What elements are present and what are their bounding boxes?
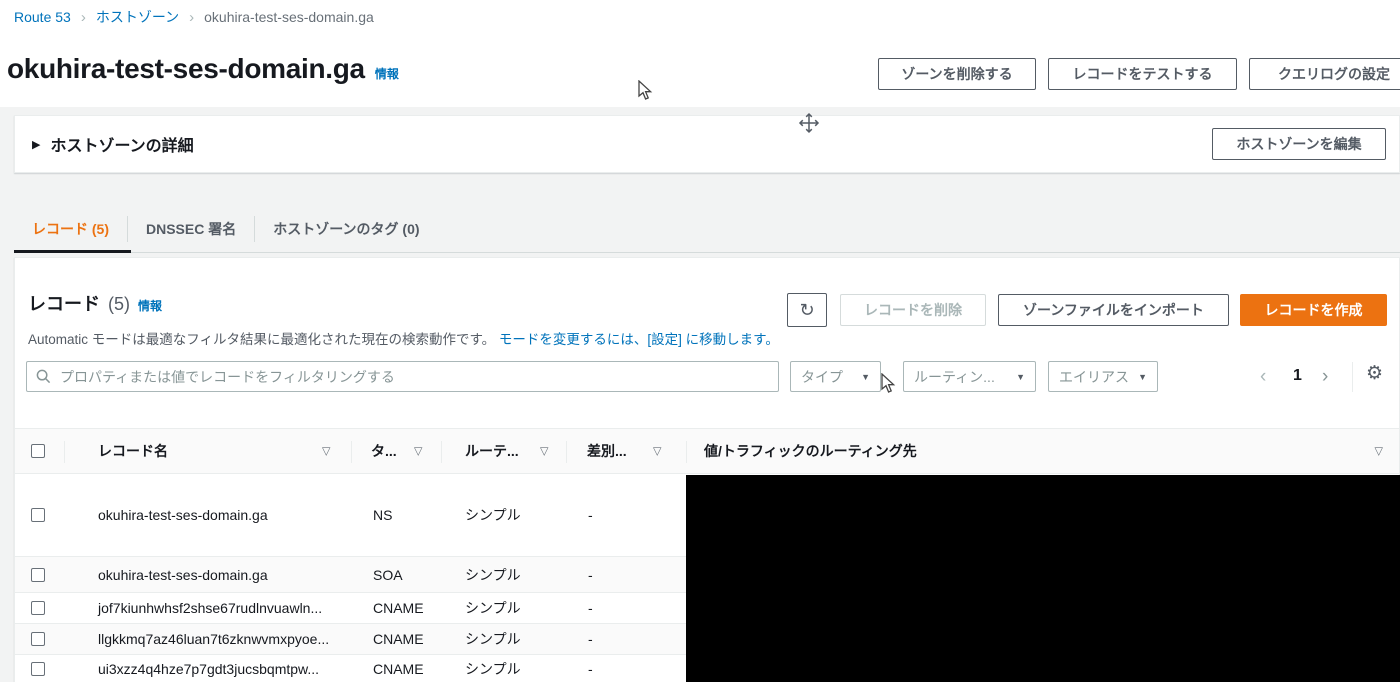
- pagination-current-page[interactable]: 1: [1293, 367, 1302, 385]
- edit-hosted-zone-button[interactable]: ホストゾーンを編集: [1212, 128, 1386, 160]
- record-differentiator: -: [588, 600, 593, 616]
- row-checkbox[interactable]: [31, 601, 45, 615]
- row-checkbox[interactable]: [31, 508, 45, 522]
- record-routing: シンプル: [465, 629, 521, 649]
- column-divider: [351, 441, 352, 463]
- sort-icon[interactable]: ▽: [1375, 445, 1383, 458]
- routing-filter-dropdown[interactable]: ルーティン... ▼: [903, 361, 1036, 392]
- refresh-icon: ↻: [799, 300, 814, 321]
- records-table-header: レコード名 ▽ タ... ▽ ルーテ... ▽ 差別... ▽ 値/トラフィック…: [15, 428, 1399, 474]
- routing-filter-label: ルーティン...: [914, 367, 995, 387]
- chevron-down-icon: ▼: [861, 372, 870, 382]
- records-description-text: Automatic モードは最適なフィルタ結果に最適化された現在の検索動作です。: [28, 332, 495, 347]
- mouse-pointer-icon: [637, 80, 653, 102]
- pagination-prev-button[interactable]: ‹: [1260, 366, 1266, 388]
- record-differentiator: -: [588, 567, 593, 583]
- record-routing: シンプル: [465, 565, 521, 585]
- tab-records[interactable]: レコード (5): [14, 205, 127, 253]
- column-divider: [441, 441, 442, 463]
- record-type: CNAME: [373, 661, 424, 677]
- records-header: レコード (5) 情報: [28, 290, 162, 316]
- column-header-routing: ルーテ...: [465, 441, 519, 461]
- expand-caret-icon: ▶: [32, 138, 40, 151]
- breadcrumb-hosted-zones[interactable]: ホストゾーン: [96, 7, 179, 27]
- record-type: CNAME: [373, 600, 424, 616]
- records-title: レコード: [28, 290, 100, 316]
- breadcrumb-route53[interactable]: Route 53: [14, 9, 71, 25]
- record-name: okuhira-test-ses-domain.ga: [98, 567, 268, 583]
- preferences-gear-icon[interactable]: ⚙: [1366, 362, 1383, 385]
- column-header-type: タ...: [371, 441, 397, 461]
- route53-hosted-zone-page: Route 53 › ホストゾーン › okuhira-test-ses-dom…: [0, 0, 1400, 682]
- column-header-differentiator: 差別...: [587, 441, 627, 461]
- toolbar-divider: [1352, 362, 1353, 392]
- record-type: CNAME: [373, 631, 424, 647]
- records-count: (5): [108, 294, 130, 315]
- refresh-button[interactable]: ↻: [787, 293, 827, 327]
- record-routing: シンプル: [465, 659, 521, 679]
- search-icon: [36, 369, 51, 384]
- hosted-zone-details-title: ホストゾーンの詳細: [50, 132, 193, 156]
- record-differentiator: -: [588, 507, 593, 523]
- tab-bar: レコード (5) DNSSEC 署名 ホストゾーンのタグ (0): [14, 205, 438, 253]
- hosted-zone-details-toggle[interactable]: ▶ ホストゾーンの詳細: [32, 132, 194, 156]
- row-checkbox[interactable]: [31, 632, 45, 646]
- type-filter-dropdown[interactable]: タイプ ▼: [790, 361, 881, 392]
- record-routing: シンプル: [465, 598, 521, 618]
- active-tab-indicator: [14, 250, 131, 253]
- column-header-record-name: レコード名: [98, 441, 168, 461]
- import-zone-file-button[interactable]: ゾーンファイルをインポート: [998, 294, 1229, 326]
- mouse-pointer-icon: [880, 373, 896, 395]
- chevron-down-icon: ▼: [1016, 372, 1025, 382]
- row-checkbox[interactable]: [31, 568, 45, 582]
- breadcrumb: Route 53 › ホストゾーン › okuhira-test-ses-dom…: [14, 7, 374, 27]
- column-header-value: 値/トラフィックのルーティング先: [704, 441, 917, 461]
- hosted-zone-details-panel: ▶ ホストゾーンの詳細 ホストゾーンを編集: [14, 115, 1400, 173]
- record-type: SOA: [373, 567, 403, 583]
- sort-icon[interactable]: ▽: [322, 445, 330, 458]
- column-divider: [686, 441, 687, 463]
- title-info-link[interactable]: 情報: [375, 65, 399, 82]
- pagination-next-button[interactable]: ›: [1322, 366, 1328, 388]
- query-log-settings-button[interactable]: クエリログの設定: [1249, 58, 1400, 90]
- move-cursor-icon: [798, 112, 820, 134]
- alias-filter-dropdown[interactable]: エイリアス ▼: [1048, 361, 1158, 392]
- record-routing: シンプル: [465, 505, 521, 525]
- record-differentiator: -: [588, 631, 593, 647]
- page-header: okuhira-test-ses-domain.ga 情報: [7, 53, 399, 85]
- test-records-button[interactable]: レコードをテストする: [1048, 58, 1237, 90]
- alias-filter-label: エイリアス: [1059, 367, 1129, 387]
- type-filter-label: タイプ: [801, 367, 843, 387]
- sort-icon[interactable]: ▽: [653, 445, 661, 458]
- delete-zone-button[interactable]: ゾーンを削除する: [878, 58, 1036, 90]
- record-name: jof7kiunhwhsf2shse67rudlnvuawln...: [98, 600, 322, 616]
- record-type: NS: [373, 507, 392, 523]
- page-title: okuhira-test-ses-domain.ga: [7, 53, 365, 85]
- delete-record-button[interactable]: レコードを削除: [840, 294, 986, 326]
- create-record-button[interactable]: レコードを作成: [1240, 294, 1387, 326]
- record-filter-input[interactable]: [58, 368, 769, 386]
- breadcrumb-current-zone: okuhira-test-ses-domain.ga: [204, 9, 374, 25]
- change-mode-link[interactable]: モードを変更するには、[設定] に移動します。: [499, 332, 779, 347]
- sort-icon[interactable]: ▽: [540, 445, 548, 458]
- chevron-down-icon: ▼: [1138, 372, 1147, 382]
- column-divider: [64, 441, 65, 463]
- record-name: llgkkmq7az46luan7t6zknwvmxpyoe...: [98, 631, 329, 647]
- tab-dnssec[interactable]: DNSSEC 署名: [128, 205, 254, 253]
- chevron-right-icon: ›: [81, 9, 86, 26]
- record-differentiator: -: [588, 661, 593, 677]
- record-name: okuhira-test-ses-domain.ga: [98, 507, 268, 523]
- records-description: Automatic モードは最適なフィルタ結果に最適化された現在の検索動作です。…: [28, 328, 779, 348]
- record-filter-searchbox: [26, 361, 779, 392]
- tab-hosted-zone-tags[interactable]: ホストゾーンのタグ (0): [255, 205, 437, 253]
- row-checkbox[interactable]: [31, 662, 45, 676]
- select-all-checkbox[interactable]: [31, 444, 45, 458]
- chevron-right-icon: ›: [189, 9, 194, 26]
- column-divider: [566, 441, 567, 463]
- records-info-link[interactable]: 情報: [138, 297, 162, 314]
- sort-icon[interactable]: ▽: [414, 445, 422, 458]
- record-name: ui3xzz4q4hze7p7gdt3jucsbqmtpw...: [98, 661, 319, 677]
- redacted-values-overlay: [686, 475, 1400, 682]
